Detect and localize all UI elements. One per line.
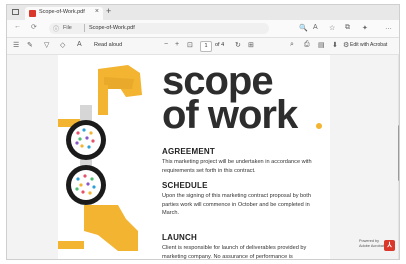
page-view-icon[interactable]: ⊞	[248, 41, 254, 49]
pdf-viewer: scope of work AGREEMENT This marketing p…	[7, 55, 399, 260]
menu-icon[interactable]: …	[385, 24, 392, 31]
scrollbar-thumb[interactable]	[398, 125, 399, 181]
section-heading-schedule: SCHEDULE	[162, 181, 208, 190]
fit-page-icon[interactable]: ⊡	[187, 41, 193, 49]
print-icon[interactable]: ⎙	[304, 41, 310, 49]
read-mode-icon[interactable]: A	[313, 24, 318, 31]
draw-icon[interactable]: ✎	[27, 41, 33, 49]
settings-icon[interactable]: ⚙	[343, 41, 349, 49]
new-tab-button[interactable]: +	[106, 6, 111, 16]
zoom-icon[interactable]: 🔍	[299, 24, 308, 32]
edit-with-acrobat-button[interactable]: Edit with Acrobat	[350, 42, 387, 48]
rotate-icon[interactable]: ↻	[235, 41, 241, 49]
tab-bar: Scope-of-Work.pdf × +	[7, 5, 399, 20]
window-icon[interactable]	[12, 9, 19, 15]
search-icon[interactable]: ⌕	[290, 41, 294, 49]
adobe-logo-icon: ⅄	[384, 240, 395, 251]
pdf-page: scope of work AGREEMENT This marketing p…	[58, 55, 330, 260]
read-aloud-button[interactable]: Read aloud	[94, 42, 122, 48]
extensions-icon[interactable]: ✦	[362, 24, 368, 32]
page-number-input[interactable]: 1	[200, 41, 212, 52]
read-aloud-icon[interactable]: A	[77, 41, 82, 48]
collections-icon[interactable]: ⧉	[345, 24, 350, 32]
url-separator	[84, 24, 85, 32]
zoom-out-button[interactable]: −	[164, 41, 168, 48]
browser-window: Scope-of-Work.pdf × + ← ⟳ ⓘ File Scope-o…	[6, 4, 400, 260]
tab-title: Scope-of-Work.pdf	[39, 9, 85, 15]
url-text: Scope-of-Work.pdf	[89, 25, 135, 31]
save-icon[interactable]: ⬇	[332, 41, 338, 49]
accent-dot	[316, 123, 322, 129]
zoom-in-button[interactable]: +	[175, 41, 179, 48]
section-body-schedule: Upon the signing of this marketing contr…	[162, 193, 311, 217]
save-as-icon[interactable]: ▤	[318, 41, 325, 49]
pdf-icon	[29, 10, 36, 17]
section-heading-launch: LAUNCH	[162, 233, 197, 242]
badge-line2: Adobe Acrobat	[359, 243, 384, 248]
address-bar: ← ⟳ ⓘ File Scope-of-Work.pdf 🔍 A ☆ ⧉ ✦ …	[7, 20, 399, 38]
tab-pdf[interactable]: Scope-of-Work.pdf ×	[25, 7, 103, 20]
close-tab-icon[interactable]: ×	[95, 8, 99, 15]
hands-illustration	[58, 55, 158, 259]
url-field[interactable]: ⓘ File Scope-of-Work.pdf	[49, 23, 269, 34]
section-body-agreement: This marketing project will be undertake…	[162, 159, 312, 174]
page-count: of 4	[215, 42, 225, 48]
back-icon[interactable]: ←	[14, 23, 21, 30]
highlight-icon[interactable]: ▽	[44, 41, 49, 49]
favorite-icon[interactable]: ☆	[329, 24, 335, 32]
url-label: File	[63, 25, 72, 31]
document-title-line2: of work	[162, 93, 298, 137]
section-heading-agreement: AGREEMENT	[162, 147, 215, 156]
pdf-toolbar: ☰ ✎ ▽ ◇ A Read aloud − + ⊡ 1 of 4 ↻ ⊞ ⌕ …	[7, 38, 399, 55]
contents-icon[interactable]: ☰	[13, 41, 19, 49]
refresh-icon[interactable]: ⟳	[31, 23, 37, 31]
erase-icon[interactable]: ◇	[60, 41, 65, 49]
section-body-launch: Client is responsible for launch of deli…	[162, 245, 307, 260]
powered-by-badge[interactable]: Powered by Adobe Acrobat	[359, 239, 384, 248]
info-icon[interactable]: ⓘ	[53, 24, 59, 33]
